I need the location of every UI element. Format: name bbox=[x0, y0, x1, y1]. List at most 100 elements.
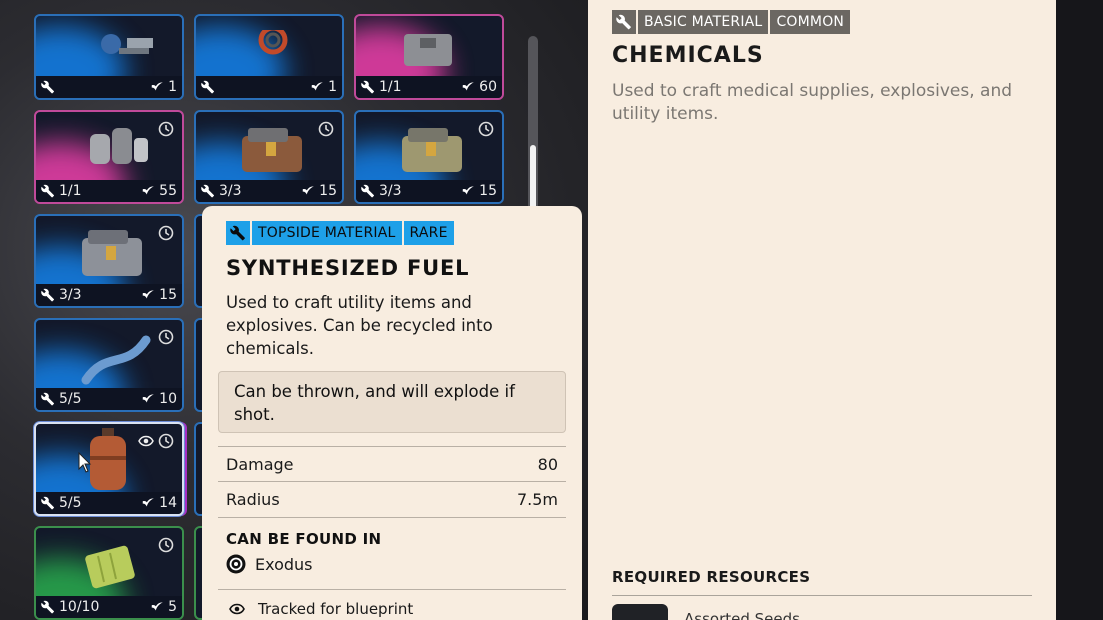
item-card[interactable]: 1/1 60 bbox=[354, 14, 504, 100]
craft-count: 5/5 bbox=[59, 495, 82, 511]
item-card[interactable]: 3/3 15 bbox=[34, 214, 184, 308]
item-card[interactable]: 1 bbox=[34, 14, 184, 100]
tooltip-note: Can be thrown, and will explode if shot. bbox=[218, 371, 566, 433]
card-footer: 3/3 15 bbox=[196, 180, 342, 202]
item-card[interactable]: 1/1 55 bbox=[34, 110, 184, 204]
wrench-icon bbox=[41, 80, 55, 94]
card-footer: 5/5 10 bbox=[36, 388, 182, 410]
background-right bbox=[1056, 0, 1103, 620]
craft-count: 3/3 bbox=[59, 287, 82, 303]
item-card[interactable]: 10/10 5 bbox=[34, 526, 184, 620]
card-footer: 3/3 15 bbox=[36, 284, 182, 306]
item-card[interactable]: 3/3 15 bbox=[194, 110, 344, 204]
stack-count: 15 bbox=[159, 287, 177, 303]
craft-count: 1/1 bbox=[59, 183, 82, 199]
stack-count: 15 bbox=[479, 183, 497, 199]
recycle-icon bbox=[142, 498, 155, 507]
recycle-icon bbox=[142, 186, 155, 195]
stack-count: 1 bbox=[168, 79, 177, 95]
tooltip-title: SYNTHESIZED FUEL bbox=[226, 256, 470, 280]
stat-label: Radius bbox=[226, 490, 280, 509]
recycle-icon bbox=[142, 394, 155, 403]
clock-icon bbox=[158, 121, 174, 137]
battery-pack-icon bbox=[85, 545, 135, 589]
stack-count: 15 bbox=[319, 183, 337, 199]
clock-icon bbox=[158, 537, 174, 553]
item-detail-panel: BASIC MATERIAL COMMON CHEMICALS Used to … bbox=[588, 0, 1056, 620]
clock-icon bbox=[158, 329, 174, 345]
item-art bbox=[196, 16, 342, 80]
stack-count: 60 bbox=[479, 79, 497, 95]
required-resources-heading: REQUIRED RESOURCES bbox=[612, 568, 811, 586]
card-footer: 10/10 5 bbox=[36, 596, 182, 618]
scrollbar-thumb[interactable] bbox=[530, 145, 536, 214]
wrench-icon bbox=[230, 225, 245, 241]
stack-count: 14 bbox=[159, 495, 177, 511]
stat-row-radius: Radius 7.5m bbox=[218, 482, 566, 518]
wrench-icon bbox=[41, 288, 55, 302]
card-footer: 1/1 60 bbox=[356, 76, 502, 98]
recycle-icon bbox=[462, 82, 475, 91]
rope-icon bbox=[81, 335, 151, 385]
card-footer: 3/3 15 bbox=[356, 180, 502, 202]
case-icon bbox=[404, 34, 452, 66]
recycle-icon bbox=[311, 82, 323, 91]
item-description: Used to craft medical supplies, explosiv… bbox=[612, 81, 1013, 124]
item-art bbox=[36, 424, 182, 496]
wrench-icon bbox=[361, 80, 375, 94]
clock-icon bbox=[318, 121, 334, 137]
category-badge bbox=[226, 221, 250, 245]
recycle-icon bbox=[462, 186, 475, 195]
type-tag: TOPSIDE MATERIAL bbox=[252, 221, 402, 245]
toolbox-icon bbox=[242, 128, 302, 172]
card-footer: 1 bbox=[196, 76, 342, 98]
mechanical-parts-icon bbox=[101, 34, 153, 54]
wrench-icon bbox=[41, 496, 55, 510]
medkit-case-icon bbox=[82, 230, 142, 276]
location-icon bbox=[226, 554, 246, 574]
found-in-location: Exodus bbox=[226, 554, 313, 574]
divider bbox=[218, 589, 566, 590]
wrench-icon bbox=[616, 14, 631, 30]
found-in-heading: CAN BE FOUND IN bbox=[226, 530, 382, 548]
wrench-icon bbox=[41, 392, 55, 406]
eye-icon bbox=[138, 435, 154, 447]
stat-value: 80 bbox=[537, 454, 558, 474]
card-footer: 1/1 55 bbox=[36, 180, 182, 202]
clock-icon bbox=[158, 225, 174, 241]
item-art bbox=[356, 16, 502, 80]
category-badge bbox=[612, 10, 636, 34]
item-card-selected[interactable]: 5/5 14 bbox=[34, 422, 184, 516]
item-title: CHEMICALS bbox=[612, 43, 764, 68]
recycle-icon bbox=[142, 290, 155, 299]
resource-thumbnail bbox=[612, 604, 668, 620]
craft-count: 3/3 bbox=[219, 183, 242, 199]
ammo-case-icon bbox=[402, 128, 462, 172]
stat-value: 7.5m bbox=[516, 490, 558, 509]
location-name: Exodus bbox=[255, 554, 313, 574]
rarity-tag: COMMON bbox=[770, 10, 851, 34]
resource-name: Assorted Seeds bbox=[684, 610, 800, 620]
item-art bbox=[36, 16, 182, 80]
craft-count: 10/10 bbox=[59, 599, 100, 615]
item-card[interactable]: 1 bbox=[194, 14, 344, 100]
wrench-icon bbox=[201, 184, 215, 198]
stack-count: 55 bbox=[159, 183, 177, 199]
item-art bbox=[36, 112, 182, 184]
wrench-icon bbox=[41, 600, 55, 614]
components-icon bbox=[90, 128, 148, 164]
clock-icon bbox=[478, 121, 494, 137]
craft-count: 5/5 bbox=[59, 391, 82, 407]
recycle-icon bbox=[302, 186, 315, 195]
item-art bbox=[36, 528, 182, 600]
wrench-icon bbox=[201, 80, 215, 94]
item-card[interactable]: 5/5 10 bbox=[34, 318, 184, 412]
wire-coil-icon bbox=[258, 30, 288, 55]
item-art bbox=[356, 112, 502, 184]
item-card[interactable]: 3/3 15 bbox=[354, 110, 504, 204]
stack-count: 10 bbox=[159, 391, 177, 407]
rarity-tag: RARE bbox=[403, 221, 454, 245]
tooltip-tag-row: TOPSIDE MATERIAL RARE bbox=[226, 221, 454, 245]
stat-label: Damage bbox=[226, 454, 294, 474]
craft-count: 3/3 bbox=[379, 183, 402, 199]
